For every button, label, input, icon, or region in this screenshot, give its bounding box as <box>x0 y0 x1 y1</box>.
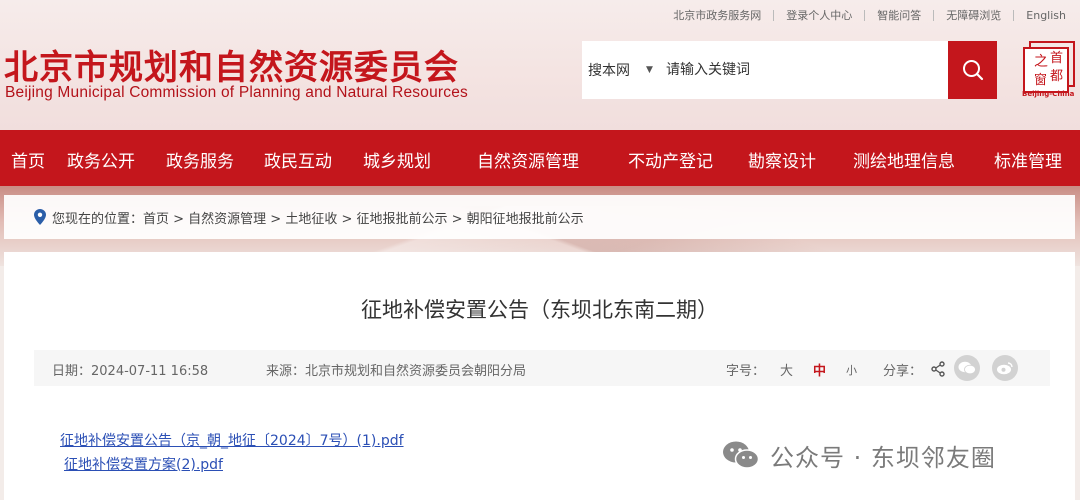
weibo-share-button[interactable] <box>992 355 1018 381</box>
search-box: 搜本网 ▼ <box>582 41 997 99</box>
article-source: 来源：北京市规划和自然资源委员会朝阳分局 <box>266 364 527 379</box>
seal-char-4: 都 <box>1050 69 1063 84</box>
nav-item-real-estate[interactable]: 不动产登记 <box>628 147 713 172</box>
nav-item-gov-service[interactable]: 政务服务 <box>166 147 234 172</box>
attachment-link-2[interactable]: 征地补偿安置方案(2).pdf <box>64 454 223 474</box>
nav-item-gov-affairs[interactable]: 政务公开 <box>67 147 135 172</box>
breadcrumb: 您现在的位置：首页 > 自然资源管理 > 土地征收 > 征地报批前公示 > 朝阳… <box>4 195 1075 239</box>
search-icon <box>962 60 983 81</box>
nav-item-geo-info[interactable]: 测绘地理信息 <box>853 147 955 172</box>
nav-item-interaction[interactable]: 政民互动 <box>264 147 332 172</box>
caret-down-icon[interactable]: ▼ <box>646 65 666 75</box>
nav-item-natural-resources[interactable]: 自然资源管理 <box>477 147 579 172</box>
link-login[interactable]: 登录个人中心 <box>774 7 864 23</box>
font-size-medium[interactable]: 中 <box>813 360 826 379</box>
wechat-icon <box>958 361 976 375</box>
seal-char-3: 窗 <box>1034 72 1047 88</box>
article-date: 日期：2024-07-11 16:58 <box>52 364 209 379</box>
weibo-icon <box>997 362 1013 375</box>
seal-char-1: 之 <box>1034 54 1048 70</box>
font-size-large[interactable]: 大 <box>780 360 793 379</box>
watermark-text: 公众号 · 东坝邻友圈 <box>770 444 996 472</box>
seal-caption: Beijing-China <box>1022 90 1075 98</box>
main-nav: 首页 政务公开 政务服务 政民互动 城乡规划 自然资源管理 不动产登记 勘察设计… <box>0 130 1080 186</box>
font-size-small[interactable]: 小 <box>846 362 857 378</box>
link-smart-qa[interactable]: 智能问答 <box>865 7 933 23</box>
link-accessibility[interactable]: 无障碍浏览 <box>934 7 1013 23</box>
nav-item-home[interactable]: 首页 <box>11 147 45 172</box>
top-utility-bar: 北京市政务服务网 登录个人中心 智能问答 无障碍浏览 English <box>661 6 1078 24</box>
nav-item-survey-design[interactable]: 勘察设计 <box>748 147 816 172</box>
link-gov-service[interactable]: 北京市政务服务网 <box>661 7 773 23</box>
article-meta-bar: 日期：2024-07-11 16:58 来源：北京市规划和自然资源委员会朝阳分局… <box>34 350 1050 386</box>
wechat-share-button[interactable] <box>954 355 980 381</box>
nav-item-urban-planning[interactable]: 城乡规划 <box>363 147 431 172</box>
location-pin-icon <box>34 209 46 225</box>
search-button[interactable] <box>948 41 997 99</box>
nav-item-standards[interactable]: 标准管理 <box>994 147 1062 172</box>
seal-char-2: 首 <box>1050 51 1063 66</box>
site-title-cn[interactable]: 北京市规划和自然资源委员会 <box>4 40 459 89</box>
share-icon[interactable] <box>930 361 946 377</box>
watermark: 公众号 · 东坝邻友圈 <box>722 438 996 473</box>
wechat-icon <box>723 441 760 469</box>
search-scope-select[interactable]: 搜本网 <box>582 60 646 80</box>
link-english[interactable]: English <box>1014 9 1078 22</box>
article-title: 征地补偿安置公告（东坝北东南二期） <box>361 298 718 322</box>
site-title-en[interactable]: Beijing Municipal Commission of Planning… <box>5 84 468 102</box>
attachment-link-1[interactable]: 征地补偿安置公告（京_朝_地征〔2024〕7号）(1).pdf <box>60 430 404 450</box>
share-label: 分享： <box>883 364 923 379</box>
breadcrumb-text[interactable]: 您现在的位置：首页 > 自然资源管理 > 土地征收 > 征地报批前公示 > 朝阳… <box>52 208 584 227</box>
search-input[interactable] <box>666 50 936 90</box>
font-size-label: 字号： <box>726 364 766 379</box>
